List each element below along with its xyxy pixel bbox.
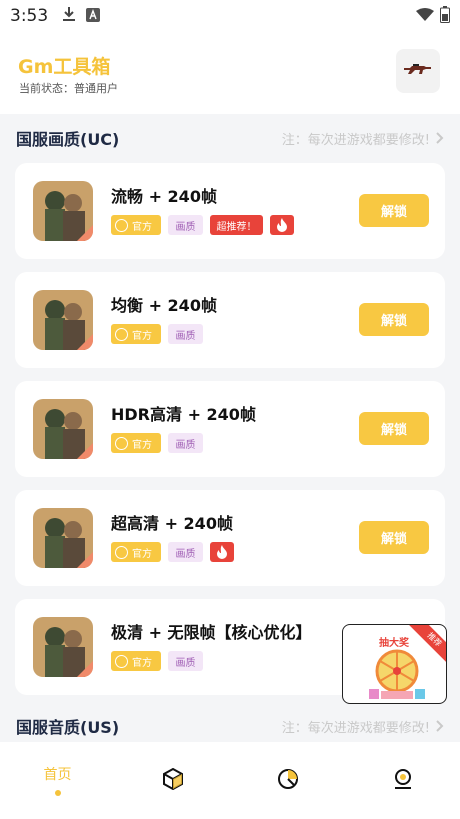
quality-tag: 画质 (168, 215, 203, 235)
status-bar: 3:53 (0, 0, 460, 32)
section-note[interactable]: 注：每次进游戏都要修改! (282, 129, 444, 148)
preset-card[interactable]: 均衡 + 240帧 官方 画质 解锁 (15, 272, 445, 368)
chevron-right-icon (436, 720, 444, 732)
game-thumbnail (33, 399, 93, 459)
unlock-button[interactable]: 解锁 (359, 412, 429, 445)
recommend-tag: 超推荐！ (210, 215, 263, 235)
game-thumbnail (33, 508, 93, 568)
card-title: 均衡 + 240帧 (111, 296, 217, 315)
section-note-text: 注：每次进游戏都要修改! (281, 132, 430, 148)
preset-card[interactable]: 超高清 + 240帧 官方 画质 解锁 (15, 490, 445, 586)
battery-icon (440, 5, 450, 27)
unlock-button[interactable]: 解锁 (359, 521, 429, 554)
card-title: 流畅 + 240帧 (111, 187, 217, 206)
official-tag: 官方 (111, 324, 161, 344)
section-title: 国服音质(US) (16, 718, 120, 737)
fire-icon (270, 215, 294, 235)
official-icon (115, 327, 128, 341)
nav-home-label: 首页 (43, 767, 72, 783)
card-title: HDR高清 + 240帧 (111, 405, 256, 424)
nav-stats[interactable] (230, 742, 345, 819)
app-a-icon (86, 7, 101, 26)
card-title: 超高清 + 240帧 (111, 514, 233, 533)
rifle-icon (403, 61, 433, 81)
section-note-text: 注：每次进游戏都要修改! (281, 720, 430, 736)
pie-chart-icon (277, 768, 299, 794)
profile-icon (392, 768, 414, 794)
official-icon (115, 654, 128, 668)
section-note[interactable]: 注：每次进游戏都要修改! (282, 717, 444, 736)
preset-card[interactable]: HDR高清 + 240帧 官方 画质 解锁 (15, 381, 445, 477)
prize-wheel-icon (367, 647, 427, 703)
nav-home[interactable]: 首页 (0, 742, 115, 819)
quality-tag: 画质 (168, 324, 203, 344)
rifle-button[interactable] (396, 49, 440, 93)
preset-card[interactable]: 流畅 + 240帧 官方 画质 超推荐！ 解锁 (15, 163, 445, 259)
official-icon (115, 218, 128, 232)
official-tag: 官方 (111, 433, 161, 453)
official-tag: 官方 (111, 215, 161, 235)
nav-profile[interactable] (345, 742, 460, 819)
game-thumbnail (33, 181, 93, 241)
section-title: 国服画质(UC) (16, 130, 120, 149)
chevron-right-icon (436, 132, 444, 144)
app-header: Gm工具箱 当前状态：普通用户 (0, 32, 460, 114)
card-title: 极清 + 无限帧【核心优化】 (111, 623, 312, 642)
quality-tag: 画质 (168, 542, 203, 562)
lucky-draw-promo[interactable]: 抽大奖 推荐 (342, 624, 447, 704)
fire-icon (210, 542, 234, 562)
official-icon (115, 545, 128, 559)
download-icon (62, 6, 76, 26)
official-tag: 官方 (111, 542, 161, 562)
unlock-button[interactable]: 解锁 (359, 303, 429, 336)
wifi-icon (416, 7, 434, 26)
status-time: 3:53 (10, 6, 49, 26)
game-thumbnail (33, 290, 93, 350)
nav-cube[interactable] (115, 742, 230, 819)
official-tag: 官方 (111, 651, 161, 671)
game-thumbnail (33, 617, 93, 677)
unlock-button[interactable]: 解锁 (359, 194, 429, 227)
quality-tag: 画质 (168, 433, 203, 453)
cube-icon (162, 767, 184, 794)
bottom-nav: 首页 (0, 742, 460, 819)
official-icon (115, 436, 128, 450)
app-title: Gm工具箱 (18, 56, 111, 78)
quality-tag: 画质 (168, 651, 203, 671)
user-status: 当前状态：普通用户 (19, 82, 118, 95)
active-indicator (54, 790, 61, 796)
section-header-us: 国服音质(US) 注：每次进游戏都要修改! (0, 706, 460, 746)
section-header-uc: 国服画质(UC) 注：每次进游戏都要修改! (0, 118, 460, 158)
